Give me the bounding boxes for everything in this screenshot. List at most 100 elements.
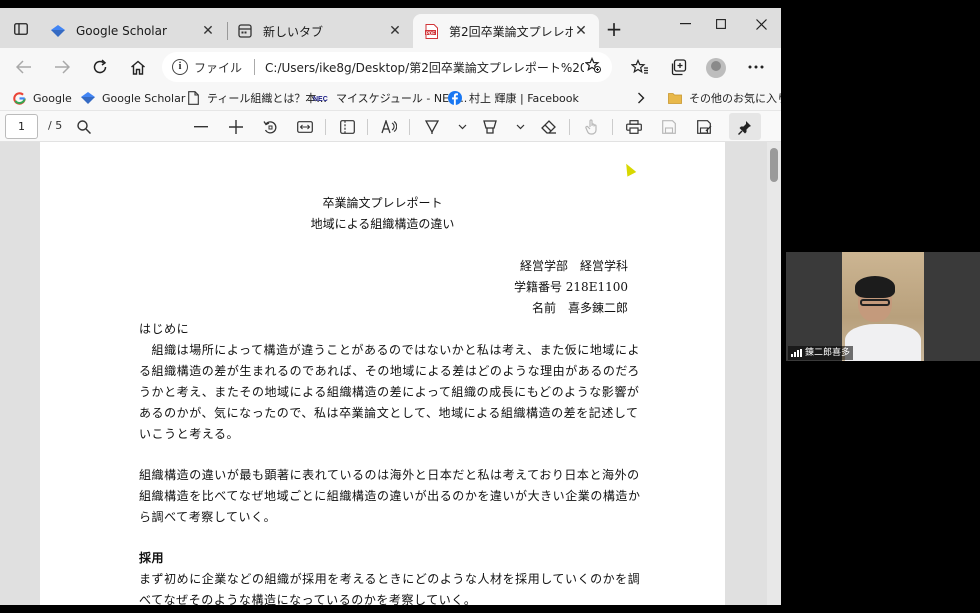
paragraph-line: うかと考え、またその地域による組織構造の差によって組織の成長にもどのような影響が <box>139 385 640 399</box>
zoom-in-icon[interactable] <box>225 116 247 138</box>
newtab-icon <box>237 23 253 39</box>
draw-icon[interactable] <box>421 116 443 138</box>
bookmark-other-favorites[interactable]: その他のお気に入り <box>668 88 781 108</box>
scholar-icon <box>81 91 95 105</box>
paragraph-line: 組織構造を比べてなぜ地域ごとに組織構造の違いが出るのかを違いが大きい企業の構造か <box>139 489 641 503</box>
favorites-icon[interactable] <box>628 56 652 78</box>
page-number-input[interactable]: 1 <box>5 114 38 139</box>
chevron-down-icon[interactable] <box>509 116 531 138</box>
author-name: 名前 喜多錬二郎 <box>531 301 628 315</box>
author-student-id: 学籍番号 218E1100 <box>513 280 628 294</box>
info-icon[interactable]: i <box>172 59 188 75</box>
participant-glasses <box>860 299 890 306</box>
erase-icon[interactable] <box>538 116 560 138</box>
page-view-icon[interactable] <box>336 116 358 138</box>
window-close-icon[interactable] <box>741 12 781 36</box>
toolbar-separator <box>612 119 613 135</box>
toolbar-separator <box>367 119 368 135</box>
author-faculty: 経営学部 経営学科 <box>519 259 628 273</box>
browser-window: Google Scholar ✕ 新しいタブ ✕ PDF 第2回卒業論文プレレポ… <box>0 8 781 605</box>
collections-icon[interactable] <box>666 56 690 78</box>
pdf-viewport[interactable]: 卒業論文プレレポート 地域による組織構造の違い 経営学部 経営学科 学籍番号 2… <box>0 142 781 605</box>
svg-text:PDF: PDF <box>426 30 435 35</box>
intro-heading: はじめに <box>139 322 190 336</box>
pdf-toolbar: 1 / 5 <box>0 110 781 142</box>
scrollbar-thumb[interactable] <box>770 148 778 182</box>
paragraph-line: る組織構造の差が生まれるのであれば、その地域による差はどのような理由があるのだろ <box>139 364 640 378</box>
save-as-icon[interactable] <box>693 116 715 138</box>
participant-body <box>845 324 921 361</box>
participant-name: 錬二郎喜多 <box>805 348 851 358</box>
avatar[interactable] <box>706 58 726 78</box>
address-url[interactable]: C:/Users/ike8g/Desktop/第2回卒業論文プレレポート%20(… <box>265 59 584 76</box>
bookmark-label: 村上 輝康 | Facebook <box>469 92 579 105</box>
document-subtitle: 地域による組織構造の違い <box>310 217 455 231</box>
nec-icon: NEC <box>313 91 329 105</box>
fit-width-icon[interactable] <box>294 116 316 138</box>
participant-label: 錬二郎喜多 <box>788 346 854 360</box>
bookmarks-bar: Google Google Scholar ティール組織とは？本... NEC … <box>0 86 781 110</box>
bookmark-label: その他のお気に入り <box>689 92 781 105</box>
bookmarks-overflow-chevron-icon[interactable] <box>637 88 645 108</box>
save-icon[interactable] <box>658 116 680 138</box>
pdf-page: 卒業論文プレレポート 地域による組織構造の違い 経営学部 経営学科 学籍番号 2… <box>40 142 725 605</box>
chevron-down-icon[interactable] <box>451 116 473 138</box>
bookmark-facebook[interactable]: 村上 輝康 | Facebook <box>448 88 579 108</box>
print-icon[interactable] <box>623 116 645 138</box>
toolbar-separator <box>325 119 326 135</box>
read-aloud-icon[interactable] <box>378 116 400 138</box>
document-title: 卒業論文プレレポート <box>322 196 443 210</box>
facebook-icon <box>448 91 462 105</box>
new-tab-button[interactable]: + <box>602 19 626 39</box>
navigation-bar: i ファイル C:/Users/ike8g/Desktop/第2回卒業論文プレレ… <box>0 48 781 86</box>
toolbar-separator <box>569 119 570 135</box>
pdf-icon: PDF <box>423 23 439 39</box>
tab-strip: Google Scholar ✕ 新しいタブ ✕ PDF 第2回卒業論文プレレポ… <box>0 8 781 48</box>
bookmark-label: Google Scholar <box>102 91 186 105</box>
address-bar[interactable]: i ファイル C:/Users/ike8g/Desktop/第2回卒業論文プレレ… <box>162 52 612 82</box>
tab-pdf-active[interactable]: PDF 第2回卒業論文プレレポート (地 ✕ <box>413 14 599 48</box>
tab-label: Google Scholar <box>76 24 167 38</box>
google-icon <box>12 91 26 105</box>
maximize-icon[interactable] <box>701 12 741 36</box>
bookmark-label: Google <box>33 91 72 105</box>
paragraph-line: 組織は場所によって構造が違うことがあるのではないかと私は考え、また仮に地域によ <box>139 343 641 357</box>
bookmark-teal-org[interactable]: ティール組織とは？本... <box>186 88 327 108</box>
bookmark-nec-schedule[interactable]: NEC マイスケジュール - NEC... <box>313 88 467 108</box>
tab-google-scholar[interactable]: Google Scholar ✕ <box>40 14 226 48</box>
svg-text:NEC: NEC <box>313 96 328 102</box>
close-icon[interactable]: ✕ <box>387 23 403 39</box>
close-icon[interactable]: ✕ <box>573 23 589 39</box>
paragraph-line: 組織構造の違いが最も顕著に表れているのは海外と日本だと私は考えており日本と海外の <box>139 468 640 482</box>
forward-icon[interactable] <box>50 56 74 78</box>
tab-new-tab[interactable]: 新しいタブ ✕ <box>227 14 413 48</box>
add-favorite-icon[interactable] <box>584 56 602 77</box>
more-menu-icon[interactable] <box>744 56 768 78</box>
close-icon[interactable]: ✕ <box>200 23 216 39</box>
tab-label: 第2回卒業論文プレレポート (地 <box>449 24 573 39</box>
bookmark-google-scholar[interactable]: Google Scholar <box>81 88 185 108</box>
rotate-icon[interactable] <box>259 116 281 138</box>
page-icon <box>186 91 200 105</box>
find-icon[interactable] <box>73 116 95 138</box>
video-participant-tile[interactable]: 錬二郎喜多 <box>786 252 980 361</box>
page-total: / 5 <box>48 119 63 132</box>
folder-icon <box>668 91 682 105</box>
minimize-icon[interactable] <box>665 12 705 36</box>
refresh-icon[interactable] <box>88 56 112 78</box>
tab-label: 新しいタブ <box>263 24 324 39</box>
back-icon[interactable] <box>12 56 36 78</box>
home-icon[interactable] <box>126 56 150 78</box>
tab-actions-icon[interactable] <box>8 18 34 40</box>
paragraph-line: まず初めに企業などの組織が採用を考えるときにどのような人材を採用していくのかを調 <box>139 572 641 586</box>
touch-icon[interactable] <box>581 116 603 138</box>
toolbar-separator <box>409 119 410 135</box>
bookmark-label: ティール組織とは？本... <box>207 92 327 105</box>
paragraph-line: あるのかが、気になったので、私は卒業論文として、地域による組織構造の差を記述して <box>139 406 639 420</box>
scrollbar[interactable] <box>767 142 781 605</box>
highlight-icon[interactable] <box>479 116 501 138</box>
pin-icon[interactable] <box>734 116 756 138</box>
participant-video <box>842 252 924 361</box>
bookmark-google[interactable]: Google <box>12 88 72 108</box>
zoom-out-icon[interactable] <box>190 116 212 138</box>
